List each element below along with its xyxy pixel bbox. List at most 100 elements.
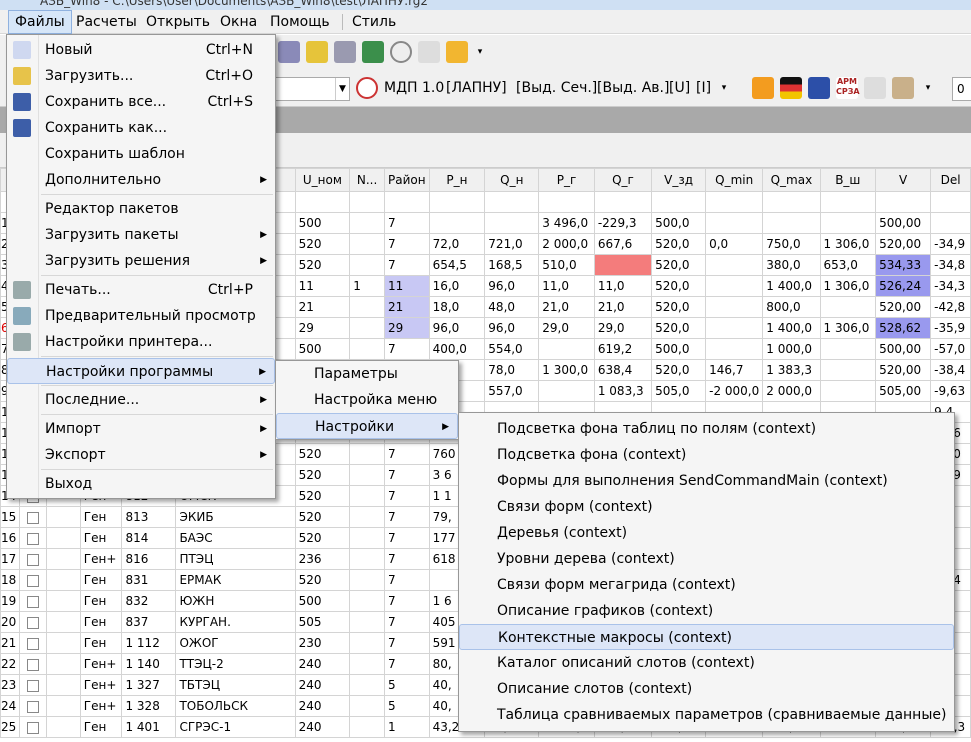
row-checkbox[interactable] — [19, 695, 48, 717]
table-cell[interactable] — [538, 380, 595, 402]
table-cell[interactable]: 520,0 — [651, 317, 707, 339]
table-cell[interactable]: 500 — [294, 212, 351, 234]
table-cell[interactable]: 48,0 — [484, 296, 540, 318]
table-cell[interactable]: 7 — [384, 569, 430, 591]
table-cell[interactable] — [819, 212, 877, 234]
table-cell[interactable] — [819, 359, 877, 381]
table-cell[interactable]: 21,0 — [593, 296, 653, 318]
table-cell[interactable]: 29,0 — [538, 317, 595, 339]
table-cell[interactable]: 7 — [384, 212, 430, 234]
flag-lapnu[interactable]: [ЛАПНУ] — [446, 80, 507, 96]
grid-header-cell[interactable]: Район — [384, 168, 430, 192]
row-number[interactable]: 17 — [0, 548, 21, 570]
table-cell[interactable]: -34,8 — [930, 254, 971, 276]
settings-menu-item[interactable]: Настройка меню — [276, 387, 458, 413]
table-cell[interactable] — [762, 212, 821, 234]
file-menu-item[interactable]: Загрузить решения ▶ — [7, 248, 275, 274]
calc-icon[interactable] — [278, 41, 300, 63]
table-cell[interactable]: 11 — [384, 275, 430, 297]
table-cell[interactable]: 3 496,0 — [538, 212, 595, 234]
table-cell[interactable]: 1 400,0 — [762, 275, 821, 297]
table-cell[interactable]: 500,0 — [651, 338, 707, 360]
table-cell[interactable]: 1 383,3 — [762, 359, 821, 381]
table-cell[interactable]: 500,0 — [651, 212, 707, 234]
context-menu-item[interactable]: Деревья (context) — [459, 520, 954, 546]
table-cell[interactable]: 11,0 — [538, 275, 595, 297]
mdp-label[interactable]: МДП 1.0 — [384, 80, 444, 96]
filter-cell[interactable] — [930, 191, 971, 213]
table-cell[interactable] — [705, 275, 764, 297]
file-menu-item[interactable]: Сохранить все... Ctrl+S — [7, 89, 275, 115]
row-checkbox[interactable] — [19, 611, 48, 633]
table-cell[interactable]: 750,0 — [762, 233, 821, 255]
menu-open[interactable]: Открыть — [140, 10, 216, 34]
filter-cell[interactable] — [875, 191, 932, 213]
context-menu-item[interactable]: Подсветка фона таблиц по полям (context) — [459, 416, 954, 442]
table-cell[interactable]: 7 — [384, 464, 430, 486]
table-cell[interactable]: 500,00 — [875, 338, 932, 360]
table-cell[interactable]: 21 — [294, 296, 351, 318]
menu-help[interactable]: Помощь — [264, 10, 336, 34]
filter-cell[interactable] — [651, 191, 707, 213]
table-cell[interactable] — [46, 632, 81, 654]
table-cell[interactable]: 21,0 — [538, 296, 595, 318]
row-checkbox[interactable] — [19, 590, 48, 612]
settings-menu-item[interactable]: Параметры — [276, 361, 458, 387]
node-number[interactable]: 816 — [121, 548, 177, 570]
table-cell[interactable] — [349, 695, 385, 717]
table-cell[interactable] — [705, 296, 764, 318]
table-cell[interactable] — [349, 569, 385, 591]
table-cell[interactable]: 520 — [294, 254, 351, 276]
file-menu-item[interactable]: Редактор пакетов — [7, 196, 275, 222]
table-cell[interactable] — [349, 464, 385, 486]
table-cell[interactable]: 21 — [384, 296, 430, 318]
filter-cell[interactable] — [538, 191, 595, 213]
checkbox[interactable] — [27, 637, 40, 650]
switch-icon[interactable] — [780, 77, 802, 99]
table-cell[interactable]: 534,33 — [875, 254, 932, 276]
context-menu-item[interactable]: Контекстные макросы (context) — [459, 624, 954, 650]
table-cell[interactable] — [819, 338, 877, 360]
node-type[interactable]: Ген — [79, 506, 123, 528]
chevron-down-icon[interactable]: ▾ — [922, 77, 934, 99]
mdp-icon[interactable] — [356, 77, 378, 99]
info-icon[interactable] — [390, 41, 412, 63]
context-menu-item[interactable]: Формы для выполнения SendCommandMain (co… — [459, 468, 954, 494]
table-cell[interactable]: 721,0 — [484, 233, 540, 255]
file-menu-item[interactable]: Сохранить шаблон — [7, 141, 275, 167]
context-menu-item[interactable]: Подсветка фона (context) — [459, 442, 954, 468]
table-cell[interactable]: 1 306,0 — [819, 275, 877, 297]
checkbox[interactable] — [27, 553, 40, 566]
chevron-down-icon[interactable]: ▾ — [718, 77, 730, 99]
checkbox[interactable] — [27, 616, 40, 629]
table-cell[interactable]: 528,62 — [875, 317, 932, 339]
table-cell[interactable]: 78,0 — [484, 359, 540, 381]
gear-calc-icon[interactable] — [306, 41, 328, 63]
node-name[interactable]: БАЭС — [175, 527, 296, 549]
filter-cell[interactable] — [819, 191, 877, 213]
grid-header-cell[interactable]: V — [875, 168, 932, 192]
table-cell[interactable]: 240 — [294, 695, 351, 717]
table-cell[interactable] — [349, 485, 385, 507]
node-number[interactable]: 837 — [121, 611, 177, 633]
flag-section[interactable]: [Выд. Сеч.] — [516, 80, 597, 96]
settings-menu-item[interactable]: Настройки ▶ — [276, 413, 458, 439]
table-cell[interactable]: 5 — [384, 674, 430, 696]
table-cell[interactable]: 18,0 — [428, 296, 486, 318]
table-cell[interactable]: 7 — [384, 506, 430, 528]
arm-srza-icon[interactable]: АРМ СРЗА — [836, 77, 860, 99]
table-cell[interactable]: 240 — [294, 716, 351, 738]
table-cell[interactable] — [705, 317, 764, 339]
table-cell[interactable] — [349, 674, 385, 696]
menu-calculations[interactable]: Расчеты — [70, 10, 143, 34]
table-cell[interactable] — [705, 212, 764, 234]
checkbox[interactable] — [27, 700, 40, 713]
table-cell[interactable]: 29 — [384, 317, 430, 339]
filter-cell[interactable] — [428, 191, 486, 213]
table-cell[interactable]: 2 000,0 — [538, 233, 595, 255]
table-cell[interactable]: 29 — [294, 317, 351, 339]
table-cell[interactable] — [46, 611, 81, 633]
lightning-icon[interactable] — [752, 77, 774, 99]
table-cell[interactable]: 520 — [294, 443, 351, 465]
row-checkbox[interactable] — [19, 716, 48, 738]
